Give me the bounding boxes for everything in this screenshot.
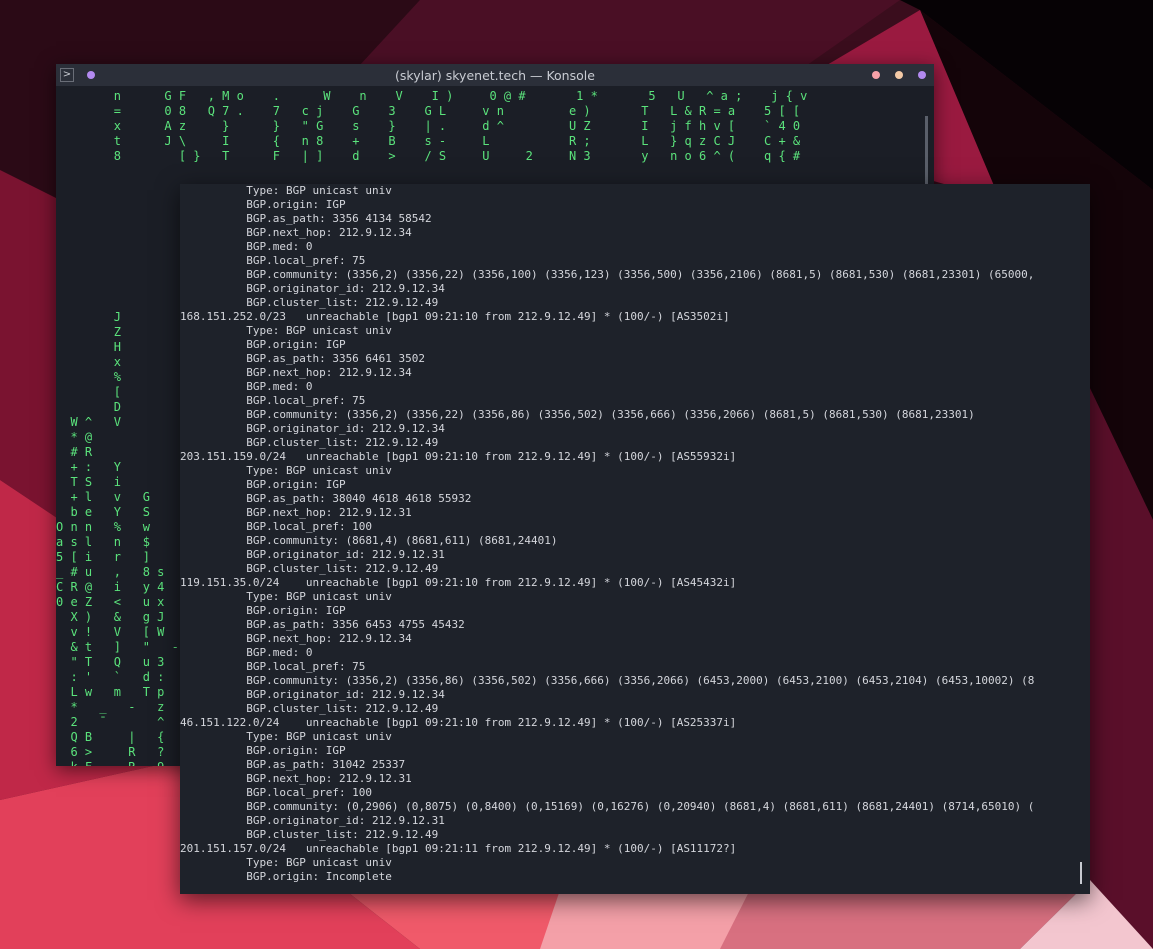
terminal-line: 203.151.159.0/24 unreachable [bgp1 09:21… — [180, 450, 737, 463]
terminal-line: BGP.cluster_list: 212.9.12.49 — [180, 436, 439, 449]
terminal-line: BGP.local_pref: 75 — [180, 660, 366, 673]
terminal-line: BGP.community: (3356,2) (3356,22) (3356,… — [180, 408, 975, 421]
window-titlebar[interactable]: > (skylar) skyenet.tech — Konsole — [56, 64, 934, 86]
terminal-line: Type: BGP unicast univ — [180, 464, 392, 477]
terminal-line: BGP.origin: IGP — [180, 744, 346, 757]
matrix-rain-left: J Z H x % [ D W ^ V * @ # R + : Y T S i … — [56, 310, 179, 766]
terminal-line: BGP.med: 0 — [180, 646, 313, 659]
terminal-line: Type: BGP unicast univ — [180, 324, 392, 337]
terminal-line: Type: BGP unicast univ — [180, 184, 392, 197]
terminal-line: 201.151.157.0/24 unreachable [bgp1 09:21… — [180, 842, 737, 855]
terminal-line: BGP.local_pref: 100 — [180, 786, 373, 799]
terminal-line: BGP.origin: IGP — [180, 198, 346, 211]
terminal-line: BGP.next_hop: 212.9.12.34 — [180, 226, 412, 239]
terminal-line: BGP.originator_id: 212.9.12.34 — [180, 422, 445, 435]
terminal-line: Type: BGP unicast univ — [180, 730, 392, 743]
matrix-rain-top: n G F , M o . W n V I ) 0 @ # 1 * 5 U ^ … — [113, 89, 808, 163]
terminal-line: BGP.as_path: 3356 6453 4755 45432 — [180, 618, 465, 631]
terminal-line: 119.151.35.0/24 unreachable [bgp1 09:21:… — [180, 576, 737, 589]
terminal-line: BGP.med: 0 — [180, 240, 313, 253]
terminal-line: 46.151.122.0/24 unreachable [bgp1 09:21:… — [180, 716, 737, 729]
terminal-line: BGP.community: (3356,2) (3356,22) (3356,… — [180, 268, 1035, 281]
terminal-line: BGP.cluster_list: 212.9.12.49 — [180, 828, 439, 841]
terminal-line: BGP.local_pref: 75 — [180, 254, 366, 267]
bgp-terminal-window[interactable]: Type: BGP unicast univ BGP.origin: IGP B… — [180, 184, 1090, 894]
terminal-line: BGP.next_hop: 212.9.12.34 — [180, 632, 412, 645]
terminal-output: Type: BGP unicast univ BGP.origin: IGP B… — [180, 184, 1076, 884]
terminal-line: BGP.local_pref: 75 — [180, 394, 366, 407]
terminal-line: BGP.originator_id: 212.9.12.31 — [180, 814, 445, 827]
terminal-line: Type: BGP unicast univ — [180, 590, 392, 603]
terminal-line: BGP.community: (0,2906) (0,8075) (0,8400… — [180, 800, 1035, 813]
terminal-line: BGP.community: (8681,4) (8681,611) (8681… — [180, 534, 558, 547]
terminal-line: BGP.next_hop: 212.9.12.31 — [180, 772, 412, 785]
terminal-line: BGP.next_hop: 212.9.12.34 — [180, 366, 412, 379]
terminal-line: BGP.community: (3356,2) (3356,86) (3356,… — [180, 674, 1035, 687]
terminal-line: BGP.origin: IGP — [180, 604, 346, 617]
terminal-line: BGP.cluster_list: 212.9.12.49 — [180, 296, 439, 309]
maximize-button[interactable] — [895, 71, 903, 79]
terminal-line: BGP.as_path: 38040 4618 4618 55932 — [180, 492, 472, 505]
terminal-line: BGP.as_path: 31042 25337 — [180, 758, 406, 771]
terminal-line: 168.151.252.0/23 unreachable [bgp1 09:21… — [180, 310, 730, 323]
terminal-line: BGP.originator_id: 212.9.12.31 — [180, 548, 445, 561]
terminal-line: BGP.med: 0 — [180, 380, 313, 393]
terminal-line: BGP.next_hop: 212.9.12.31 — [180, 506, 412, 519]
terminal-line: BGP.cluster_list: 212.9.12.49 — [180, 562, 439, 575]
window-title: (skylar) skyenet.tech — Konsole — [395, 68, 595, 83]
terminal-line: BGP.originator_id: 212.9.12.34 — [180, 688, 445, 701]
terminal-line: BGP.as_path: 3356 6461 3502 — [180, 352, 426, 365]
terminal-line: BGP.origin: Incomplete — [180, 870, 392, 883]
terminal-line: BGP.origin: IGP — [180, 478, 346, 491]
terminal-line: BGP.cluster_list: 212.9.12.49 — [180, 702, 439, 715]
scrollbar-handle[interactable] — [1080, 862, 1082, 884]
terminal-line: Type: BGP unicast univ — [180, 856, 392, 869]
terminal-line: BGP.local_pref: 100 — [180, 520, 373, 533]
terminal-line: BGP.as_path: 3356 4134 58542 — [180, 212, 432, 225]
terminal-line: BGP.origin: IGP — [180, 338, 346, 351]
minimize-button[interactable] — [872, 71, 880, 79]
terminal-line: BGP.originator_id: 212.9.12.34 — [180, 282, 445, 295]
close-button[interactable] — [918, 71, 926, 79]
